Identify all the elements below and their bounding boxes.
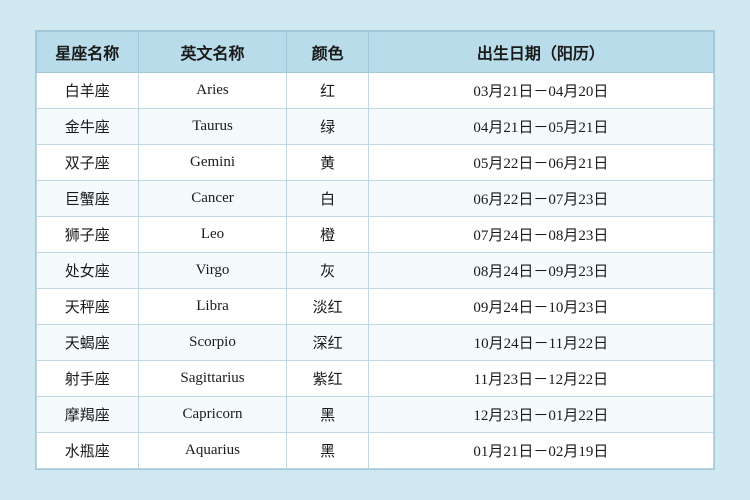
cell-chinese: 金牛座 xyxy=(37,109,139,145)
cell-date: 12月23日－01月22日 xyxy=(368,397,713,433)
cell-chinese: 白羊座 xyxy=(37,73,139,109)
cell-chinese: 处女座 xyxy=(37,253,139,289)
table-row: 处女座Virgo灰08月24日－09月23日 xyxy=(37,253,714,289)
cell-english: Taurus xyxy=(138,109,287,145)
cell-color: 橙 xyxy=(287,217,368,253)
cell-chinese: 水瓶座 xyxy=(37,433,139,469)
table-row: 水瓶座Aquarius黑01月21日－02月19日 xyxy=(37,433,714,469)
cell-english: Aries xyxy=(138,73,287,109)
cell-date: 01月21日－02月19日 xyxy=(368,433,713,469)
cell-english: Libra xyxy=(138,289,287,325)
cell-date: 04月21日－05月21日 xyxy=(368,109,713,145)
cell-chinese: 双子座 xyxy=(37,145,139,181)
zodiac-table: 星座名称 英文名称 颜色 出生日期（阳历） 白羊座Aries红03月21日－04… xyxy=(36,31,714,469)
cell-color: 红 xyxy=(287,73,368,109)
cell-chinese: 射手座 xyxy=(37,361,139,397)
cell-english: Scorpio xyxy=(138,325,287,361)
cell-color: 白 xyxy=(287,181,368,217)
cell-color: 灰 xyxy=(287,253,368,289)
table-header-row: 星座名称 英文名称 颜色 出生日期（阳历） xyxy=(37,32,714,73)
table-row: 金牛座Taurus绿04月21日－05月21日 xyxy=(37,109,714,145)
cell-chinese: 巨蟹座 xyxy=(37,181,139,217)
cell-color: 黄 xyxy=(287,145,368,181)
table-row: 巨蟹座Cancer白06月22日－07月23日 xyxy=(37,181,714,217)
cell-color: 黑 xyxy=(287,397,368,433)
cell-english: Virgo xyxy=(138,253,287,289)
cell-english: Leo xyxy=(138,217,287,253)
table-row: 摩羯座Capricorn黑12月23日－01月22日 xyxy=(37,397,714,433)
cell-color: 淡红 xyxy=(287,289,368,325)
header-english: 英文名称 xyxy=(138,32,287,73)
header-date: 出生日期（阳历） xyxy=(368,32,713,73)
cell-english: Cancer xyxy=(138,181,287,217)
cell-chinese: 天秤座 xyxy=(37,289,139,325)
cell-chinese: 摩羯座 xyxy=(37,397,139,433)
cell-date: 08月24日－09月23日 xyxy=(368,253,713,289)
table-row: 双子座Gemini黄05月22日－06月21日 xyxy=(37,145,714,181)
cell-color: 绿 xyxy=(287,109,368,145)
cell-date: 10月24日－11月22日 xyxy=(368,325,713,361)
table-row: 天蝎座Scorpio深红10月24日－11月22日 xyxy=(37,325,714,361)
header-color: 颜色 xyxy=(287,32,368,73)
cell-chinese: 狮子座 xyxy=(37,217,139,253)
header-chinese: 星座名称 xyxy=(37,32,139,73)
cell-english: Aquarius xyxy=(138,433,287,469)
cell-date: 07月24日－08月23日 xyxy=(368,217,713,253)
table-row: 天秤座Libra淡红09月24日－10月23日 xyxy=(37,289,714,325)
cell-english: Gemini xyxy=(138,145,287,181)
cell-date: 03月21日－04月20日 xyxy=(368,73,713,109)
cell-chinese: 天蝎座 xyxy=(37,325,139,361)
zodiac-table-container: 星座名称 英文名称 颜色 出生日期（阳历） 白羊座Aries红03月21日－04… xyxy=(35,30,715,470)
cell-date: 09月24日－10月23日 xyxy=(368,289,713,325)
cell-date: 11月23日－12月22日 xyxy=(368,361,713,397)
cell-color: 深红 xyxy=(287,325,368,361)
table-row: 狮子座Leo橙07月24日－08月23日 xyxy=(37,217,714,253)
cell-english: Sagittarius xyxy=(138,361,287,397)
table-row: 白羊座Aries红03月21日－04月20日 xyxy=(37,73,714,109)
cell-date: 06月22日－07月23日 xyxy=(368,181,713,217)
cell-color: 紫红 xyxy=(287,361,368,397)
cell-date: 05月22日－06月21日 xyxy=(368,145,713,181)
table-row: 射手座Sagittarius紫红11月23日－12月22日 xyxy=(37,361,714,397)
cell-english: Capricorn xyxy=(138,397,287,433)
table-body: 白羊座Aries红03月21日－04月20日金牛座Taurus绿04月21日－0… xyxy=(37,73,714,469)
cell-color: 黑 xyxy=(287,433,368,469)
